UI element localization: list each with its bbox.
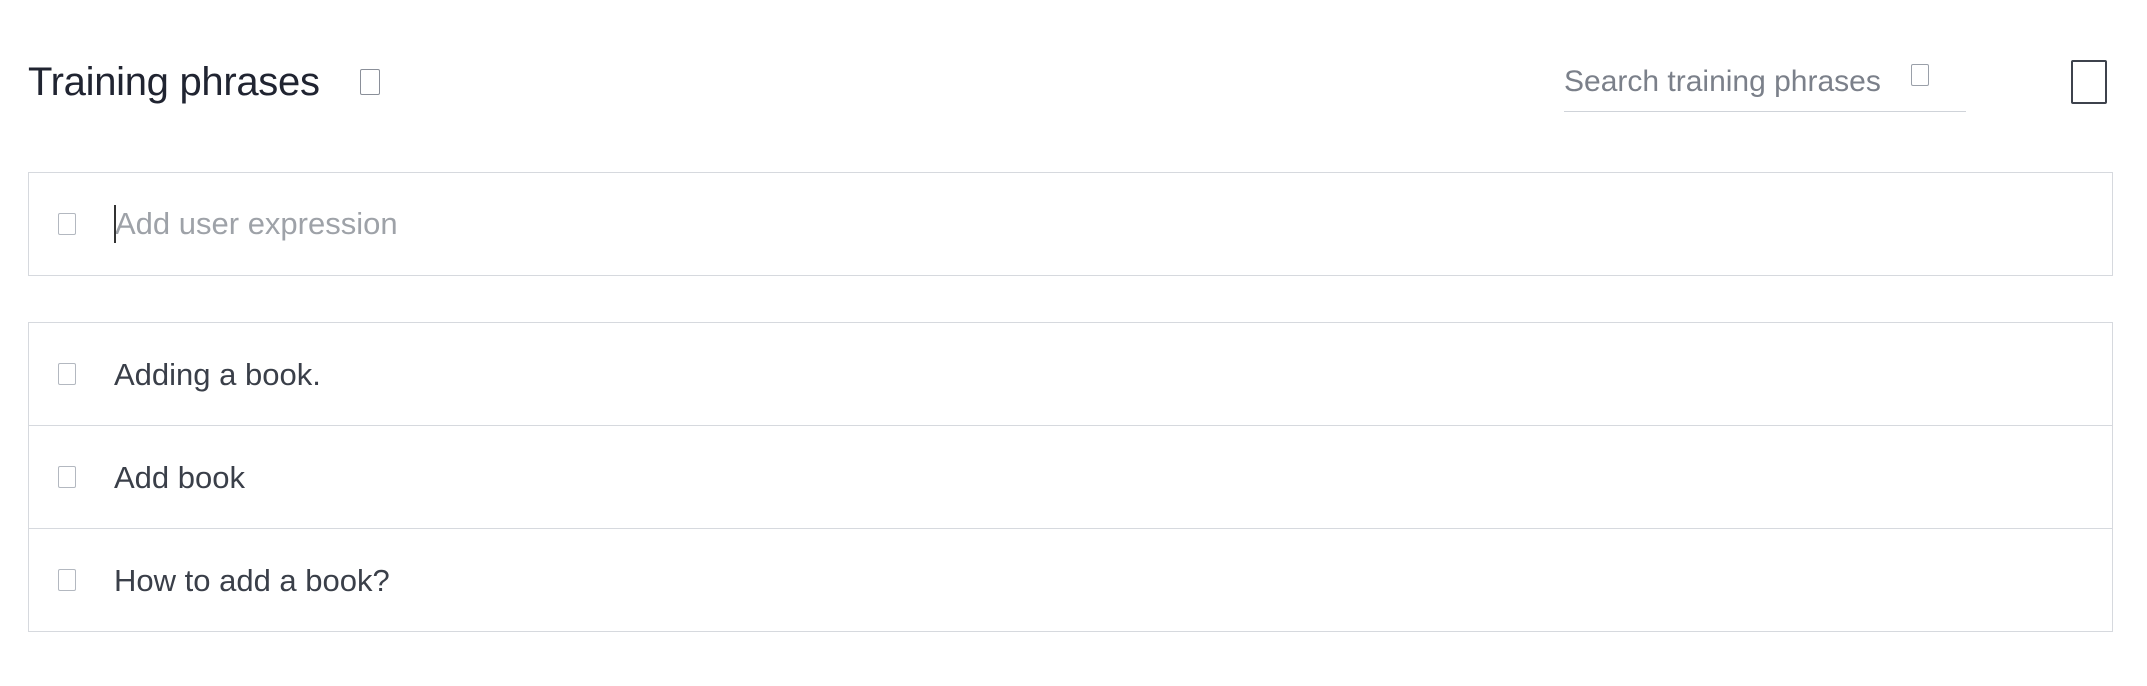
header: Training phrases [28,52,380,112]
search-bar [1564,56,1966,112]
search-icon[interactable] [1911,64,1929,86]
add-expression-input[interactable] [113,199,2015,249]
more-menu-icon[interactable] [2071,60,2107,104]
page-title: Training phrases [28,60,320,104]
list-item[interactable]: Add book [29,426,2112,529]
search-input[interactable] [1564,60,1894,104]
phrase-text: How to add a book? [114,563,390,598]
add-expression-box[interactable] [28,172,2113,276]
phrase-text: Adding a book. [114,357,321,392]
phrase-list: Adding a book. Add book How to add a boo… [28,322,2113,632]
quote-icon [58,213,76,235]
list-item[interactable]: Adding a book. [29,323,2112,426]
quote-icon [58,466,76,488]
quote-icon [58,363,76,385]
text-cursor [114,205,116,243]
phrase-text: Add book [114,460,245,495]
training-phrases-panel: Training phrases Adding a book. Add book… [0,0,2147,686]
help-icon[interactable] [359,69,380,95]
quote-icon [58,569,76,591]
list-item[interactable]: How to add a book? [29,529,2112,631]
